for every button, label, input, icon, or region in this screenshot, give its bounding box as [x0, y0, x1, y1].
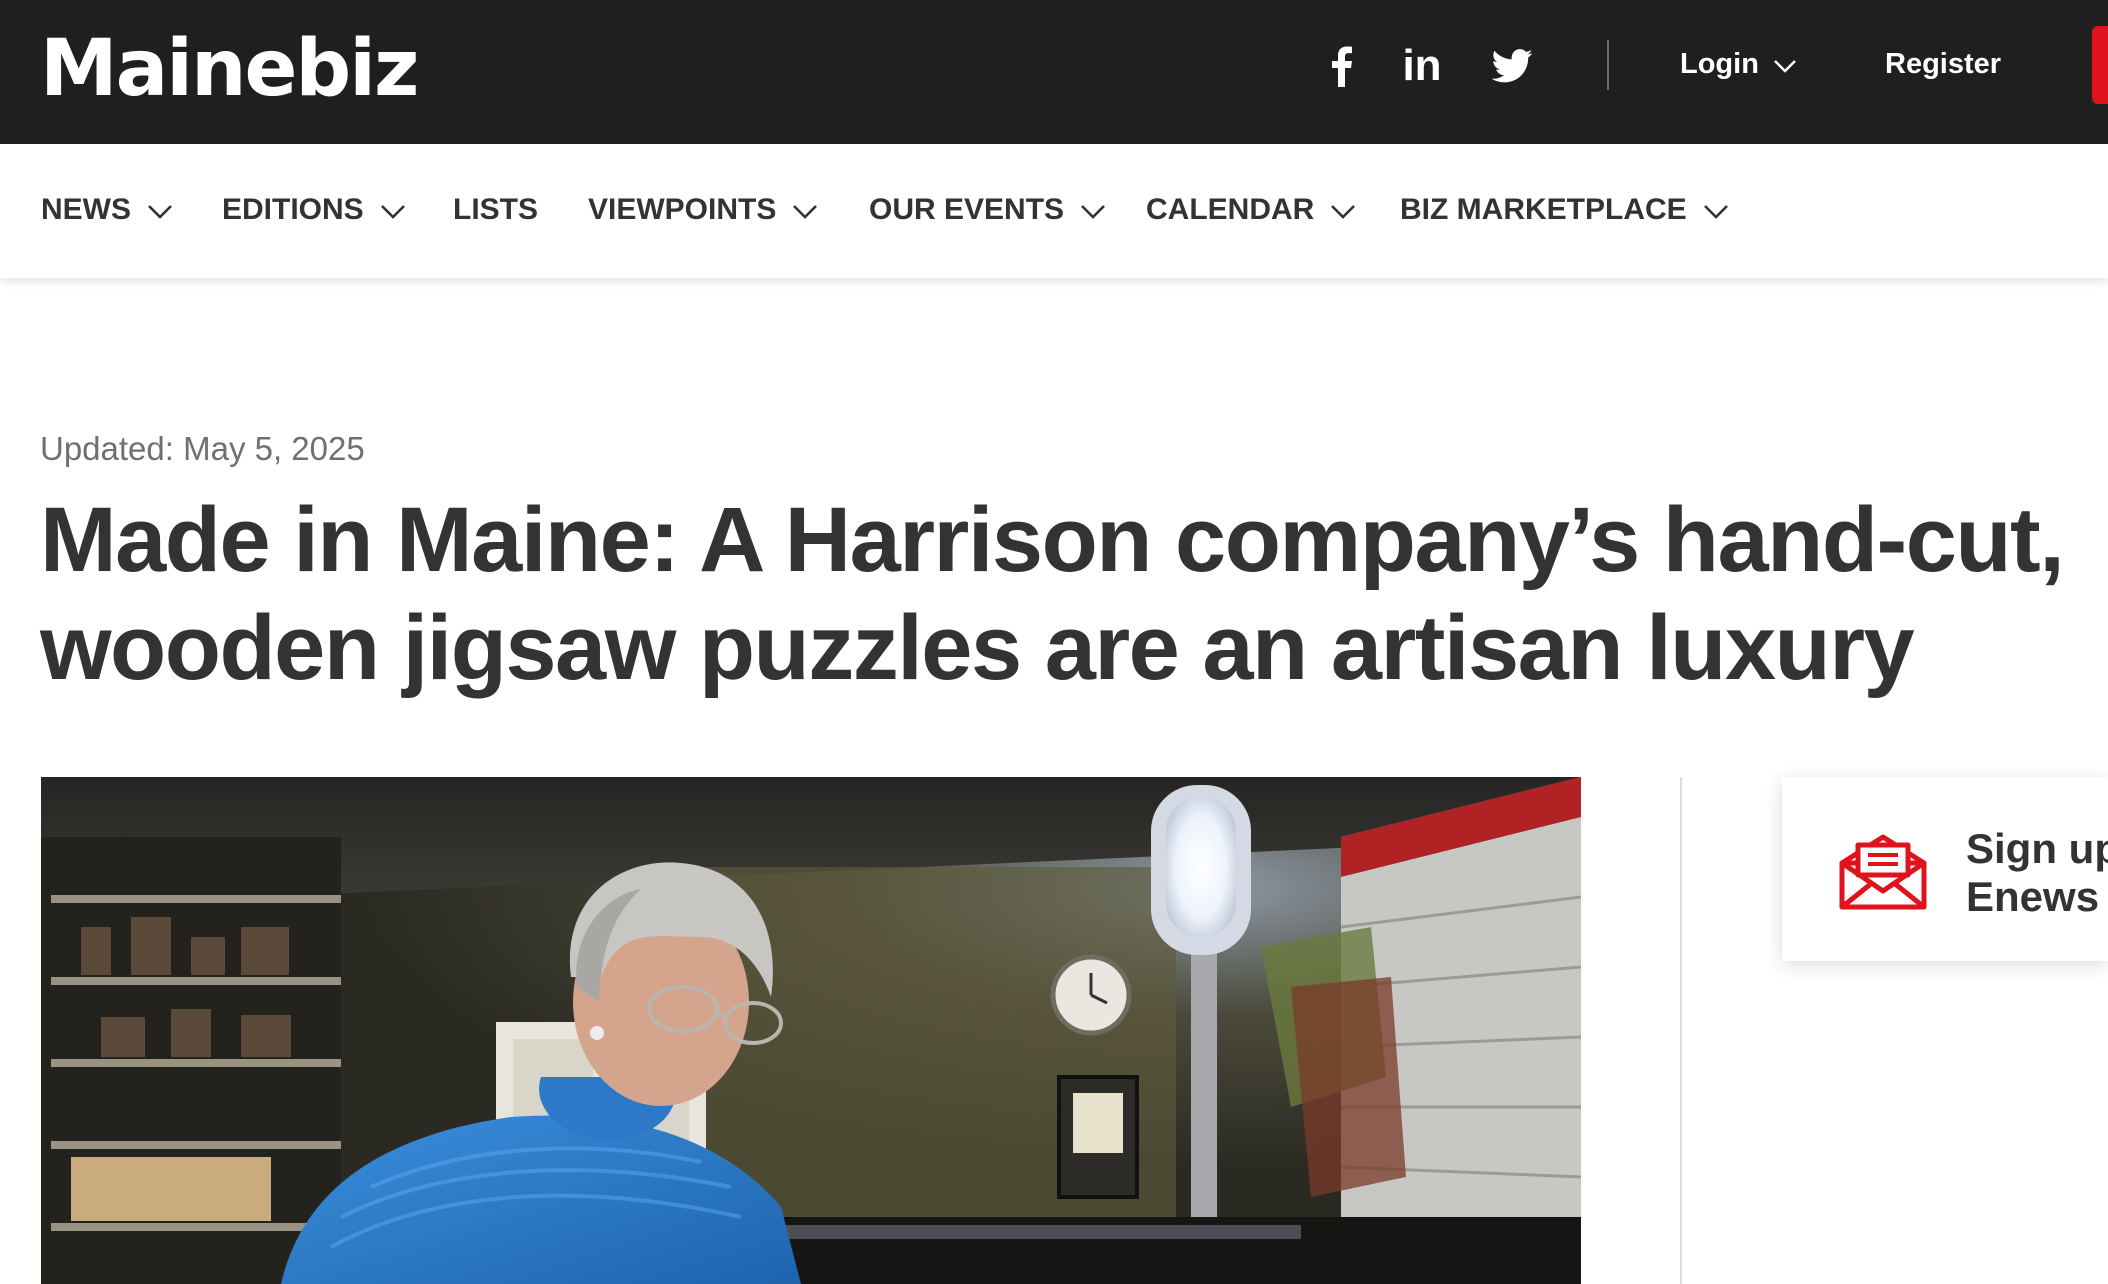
nav-item-label: LISTS [453, 193, 539, 226]
article-hero-image [41, 777, 1581, 1284]
enews-signup-label: Sign up Enews [1966, 825, 2108, 921]
nav-item-label: NEWS [41, 193, 131, 226]
linkedin-icon[interactable]: in [1398, 40, 1446, 92]
linkedin-icon-glyph: in [1402, 41, 1442, 90]
signup-line-2: Enews [1966, 873, 2100, 920]
top-bar: Mainebiz in Login Register [0, 0, 2108, 144]
facebook-icon[interactable] [1322, 40, 1362, 92]
headline-line-2: wooden jigsaw puzzles are an artisan lux… [40, 597, 1915, 699]
nav-item-label: CALENDAR [1146, 193, 1315, 226]
chevron-down-icon [1081, 204, 1105, 219]
nav-item-label: OUR EVENTS [869, 193, 1065, 226]
nav-item-lists[interactable]: LISTS [453, 190, 538, 230]
chevron-down-icon [380, 204, 405, 219]
header-divider [1607, 40, 1609, 90]
nav-item-label: VIEWPOINTS [588, 193, 777, 226]
chevron-down-icon [1774, 60, 1796, 73]
nav-item-label: EDITIONS [222, 193, 364, 226]
enews-signup-card[interactable]: Sign up Enews [1782, 777, 2108, 961]
chevron-down-icon [1703, 204, 1728, 219]
headline-line-1: Made in Maine: A Harrison company’s hand… [40, 489, 2065, 591]
updated-date: Updated: May 5, 2025 [40, 430, 365, 467]
nav-item-biz-marketplace[interactable]: BIZ MARKETPLACE [1400, 190, 1729, 230]
subscribe-button[interactable] [2092, 26, 2108, 104]
sidebar-divider [1680, 777, 1682, 1284]
chevron-down-icon [793, 204, 818, 219]
login-button[interactable]: Login [1680, 44, 1797, 84]
chevron-down-icon [148, 204, 172, 219]
nav-item-editions[interactable]: EDITIONS [222, 190, 406, 230]
main-nav: NEWS EDITIONS LISTS VIEWPOINTS OUR EVENT… [0, 144, 2108, 278]
nav-item-news[interactable]: NEWS [41, 190, 173, 230]
site-logo[interactable]: Mainebiz [40, 24, 419, 114]
article-headline: Made in Maine: A Harrison company’s hand… [40, 486, 2108, 702]
nav-item-our-events[interactable]: OUR EVENTS [869, 190, 1106, 230]
register-button[interactable]: Register [1885, 44, 2001, 84]
nav-item-viewpoints[interactable]: VIEWPOINTS [588, 190, 818, 230]
envelope-icon [1839, 834, 1927, 910]
twitter-icon[interactable] [1488, 40, 1536, 92]
nav-item-calendar[interactable]: CALENDAR [1146, 190, 1356, 230]
login-label: Login [1680, 48, 1759, 80]
signup-line-1: Sign up [1966, 825, 2108, 872]
nav-item-label: BIZ MARKETPLACE [1400, 193, 1687, 226]
chevron-down-icon [1331, 204, 1356, 219]
